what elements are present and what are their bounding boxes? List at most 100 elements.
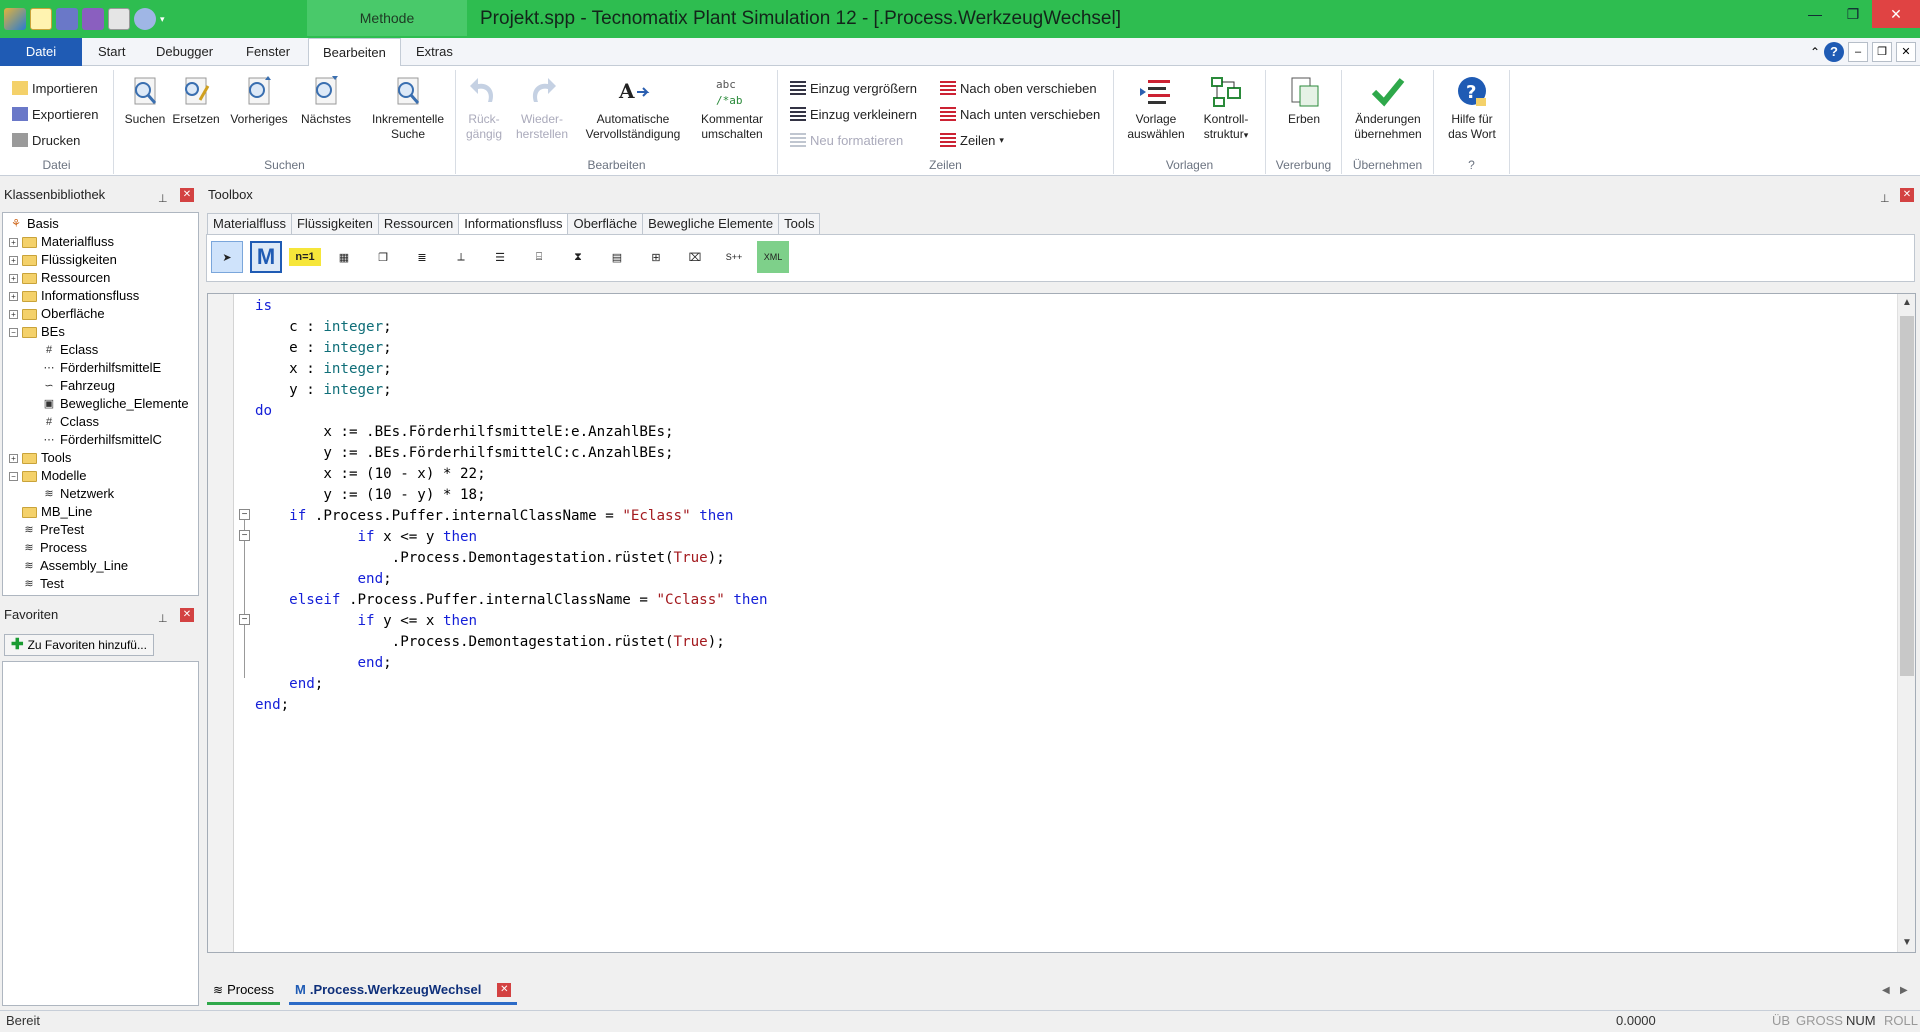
tree-item-eclass[interactable]: # Eclass — [29, 341, 98, 359]
code-editor[interactable]: − − − is c : integer; e : integer; x : i… — [207, 293, 1916, 953]
close-tab-icon[interactable]: ✕ — [497, 982, 512, 997]
find-button[interactable]: Suchen — [124, 74, 166, 127]
print-button[interactable]: Drucken — [12, 130, 80, 150]
scroll-down-icon[interactable]: ▼ — [1898, 934, 1916, 952]
pin-icon[interactable]: ⊥ — [158, 187, 168, 211]
tree-item-oberfläche[interactable]: + Oberfläche — [9, 305, 105, 323]
classlib-close-button[interactable]: ✕ — [180, 188, 194, 202]
queue-icon[interactable]: ≣ — [406, 241, 438, 273]
decrease-indent-button[interactable]: Einzug verkleinern — [790, 104, 917, 124]
tree-item-process[interactable]: ≋ Process — [9, 539, 87, 557]
tree-item-informationsfluss[interactable]: + Informationsfluss — [9, 287, 139, 305]
tree-item-test[interactable]: ≋ Test — [9, 575, 63, 593]
fold-collapse-icon[interactable]: − — [239, 509, 250, 520]
fold-collapse-icon[interactable]: − — [239, 530, 250, 541]
tree-item-netzwerk[interactable]: ≋ Netzwerk — [29, 485, 114, 503]
trigger-icon[interactable]: ⟂ — [445, 241, 477, 273]
tab-fenster[interactable]: Fenster — [232, 38, 304, 66]
method-source-code[interactable]: is c : integer; e : integer; x : integer… — [255, 296, 768, 716]
incremental-search-button[interactable]: Inkrementelle Suche — [364, 74, 452, 142]
generator-icon[interactable]: ⧗ — [562, 241, 594, 273]
minimize-button[interactable]: — — [1796, 0, 1834, 28]
expand-icon[interactable]: + — [9, 291, 18, 301]
toggle-comment-button[interactable]: abc/*ab Kommentar umschalten — [692, 74, 772, 142]
tree-item-fahrzeug[interactable]: ∽ Fahrzeug — [29, 377, 115, 395]
help-icon[interactable]: ? — [1824, 42, 1844, 62]
collapse-ribbon-icon[interactable]: ⌃ — [1810, 45, 1820, 59]
maximize-button[interactable]: ❐ — [1834, 0, 1872, 28]
new-file-icon[interactable] — [30, 8, 52, 30]
close-button[interactable]: ✕ — [1872, 0, 1920, 28]
scroll-up-icon[interactable]: ▲ — [1898, 294, 1916, 312]
tree-item-materialfluss[interactable]: + Materialfluss — [9, 233, 114, 251]
mdi-restore-button[interactable]: ❐ — [1872, 42, 1892, 62]
fold-collapse-icon[interactable]: − — [239, 614, 250, 625]
tab-bearbeiten[interactable]: Bearbeiten — [308, 38, 401, 67]
method-icon[interactable]: M — [250, 241, 282, 273]
toolbox-close-button[interactable]: ✕ — [1900, 188, 1914, 202]
expand-icon[interactable]: + — [9, 453, 18, 463]
options-icon[interactable] — [134, 8, 156, 30]
expand-icon[interactable]: + — [9, 309, 18, 319]
move-down-button[interactable]: Nach unten verschieben — [940, 104, 1100, 124]
variable-icon[interactable]: n=1 — [289, 248, 321, 266]
doc-tab-werkzeugwechsel[interactable]: M .Process.WerkzeugWechsel ✕ — [289, 977, 518, 1005]
expand-icon[interactable]: + — [9, 237, 18, 247]
scrollbar-thumb[interactable] — [1900, 316, 1914, 676]
list-icon[interactable]: ☰ — [484, 241, 516, 273]
add-to-favorites-button[interactable]: ✚ Zu Favoriten hinzufü... — [4, 634, 154, 656]
pin-icon[interactable]: ⊥ — [158, 607, 168, 631]
tree-item-mb_line[interactable]: MB_Line — [9, 503, 92, 521]
tab-debugger[interactable]: Debugger — [142, 38, 227, 66]
save-all-icon[interactable] — [82, 8, 104, 30]
table-icon[interactable]: ▦ — [328, 241, 360, 273]
inherit-button[interactable]: Erben — [1276, 74, 1332, 127]
help-word-button[interactable]: ? Hilfe für das Wort — [1440, 74, 1504, 142]
stack-table-icon[interactable]: ❐ — [367, 241, 399, 273]
doc-tab-process[interactable]: ≋ Process — [207, 977, 281, 1005]
toolbox-tab-informationsfluss[interactable]: Informationsfluss — [458, 213, 569, 235]
toolbox-tab-materialfluss[interactable]: Materialfluss — [207, 213, 292, 235]
chart-icon[interactable]: ⌸ — [523, 241, 555, 273]
tree-item-förderhilfsmittelc[interactable]: ⋯ FörderhilfsmittelC — [29, 431, 162, 449]
find-previous-button[interactable]: Vorheriges — [226, 74, 292, 127]
tab-extras[interactable]: Extras — [402, 38, 467, 66]
collapse-icon[interactable]: − — [9, 471, 18, 481]
increase-indent-button[interactable]: Einzug vergrößern — [790, 78, 917, 98]
expand-icon[interactable]: + — [9, 273, 18, 283]
toolbox-tab-bewegliche-elemente[interactable]: Bewegliche Elemente — [642, 213, 780, 235]
move-up-button[interactable]: Nach oben verschieben — [940, 78, 1097, 98]
tree-item-modelle[interactable]: − Modelle — [9, 467, 87, 485]
sql-icon[interactable]: S++ — [718, 241, 750, 273]
mdi-close-button[interactable]: ✕ — [1896, 42, 1916, 62]
toolbox-tab-ressourcen[interactable]: Ressourcen — [377, 213, 460, 235]
replace-button[interactable]: Ersetzen — [170, 74, 222, 127]
tree-item-tools[interactable]: + Tools — [9, 449, 71, 467]
reformat-button[interactable]: Neu formatieren — [790, 130, 903, 150]
tree-item-bewegliche_elemente[interactable]: ▣ Bewegliche_Elemente — [29, 395, 189, 413]
pointer-icon[interactable]: ➤ — [211, 241, 243, 273]
pin-icon[interactable]: ⊥ — [1880, 187, 1890, 211]
vertical-scrollbar[interactable]: ▲ ▼ — [1897, 294, 1915, 952]
tab-datei[interactable]: Datei — [0, 38, 82, 66]
save-icon[interactable] — [56, 8, 78, 30]
autocomplete-button[interactable]: A Automatische Vervollständigung — [582, 74, 684, 142]
control-structure-button[interactable]: Kontroll-struktur▾ — [1194, 74, 1258, 143]
find-next-button[interactable]: Nächstes — [296, 74, 356, 127]
favorites-close-button[interactable]: ✕ — [180, 608, 194, 622]
redo-button[interactable]: Wieder-herstellen — [510, 74, 574, 142]
tree-item-förderhilfsmittele[interactable]: ⋯ FörderhilfsmittelE — [29, 359, 162, 377]
tree-item-cclass[interactable]: # Cclass — [29, 413, 99, 431]
undo-button[interactable]: Rück-gängig — [462, 74, 506, 142]
tree-item-assembly_line[interactable]: ≋ Assembly_Line — [9, 557, 128, 575]
dde-icon[interactable]: ⊞ — [640, 241, 672, 273]
app-icon[interactable] — [4, 8, 26, 30]
tree-item-flüssigkeiten[interactable]: + Flüssigkeiten — [9, 251, 117, 269]
toolbox-tab-oberflaeche[interactable]: Oberfläche — [567, 213, 644, 235]
tree-item-bes[interactable]: − BEs — [9, 323, 65, 341]
apply-changes-button[interactable]: Änderungen übernehmen — [1346, 74, 1430, 142]
tab-scroll-right-icon[interactable]: ▶ — [1900, 985, 1908, 996]
tree-item-basis[interactable]: ⚘ Basis — [9, 215, 59, 233]
socket-icon[interactable]: ⌧ — [679, 241, 711, 273]
mdi-minimize-button[interactable]: – — [1848, 42, 1868, 62]
